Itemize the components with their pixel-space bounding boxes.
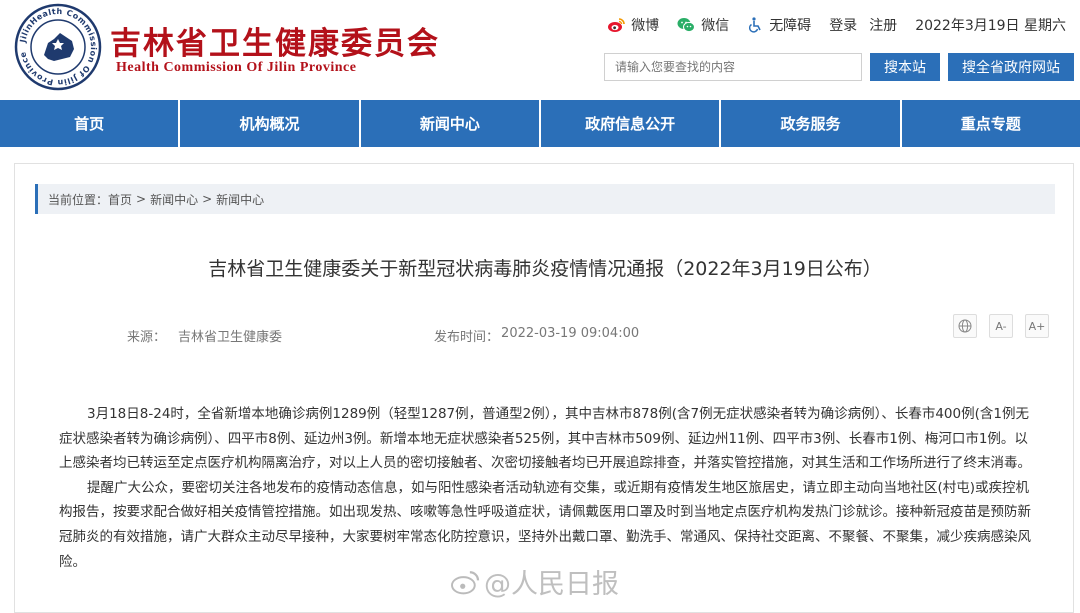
top-toolbar: 微博 微信 无障碍 登录 注册 2022年3月19日 星期六: [589, 15, 1066, 35]
breadcrumb-separator: >: [136, 192, 147, 206]
print-button[interactable]: [953, 314, 977, 338]
register-link[interactable]: 注册: [869, 15, 897, 35]
nav-home[interactable]: 首页: [0, 100, 181, 147]
search-input[interactable]: [604, 53, 862, 81]
search-bar: 搜本站 搜全省政府网站: [604, 53, 1074, 81]
site-header: JilinHealth Commission Of Jilin Province…: [0, 0, 1080, 100]
nav-about[interactable]: 机构概况: [180, 100, 361, 147]
weibo-watermark-icon: [451, 570, 480, 594]
watermark: @人民日报: [450, 562, 619, 601]
time-value: 2022-03-19 09:04:00: [501, 326, 640, 341]
weibo-link[interactable]: 微博: [607, 15, 659, 35]
source-value: 吉林省卫生健康委: [178, 330, 283, 345]
login-link[interactable]: 登录: [829, 15, 857, 35]
wheelchair-icon: [749, 17, 761, 33]
nav-gov-info[interactable]: 政府信息公开: [541, 100, 722, 147]
wechat-icon: [677, 18, 696, 33]
breadcrumb-home[interactable]: 首页: [108, 191, 132, 208]
article-meta: 来源： 吉林省卫生健康委 发布时间： 2022-03-19 09:04:00: [127, 326, 639, 345]
search-province-button[interactable]: 搜全省政府网站: [948, 53, 1074, 81]
accessibility-link[interactable]: 无障碍: [747, 15, 811, 35]
main-nav: 首页 机构概况 新闻中心 政府信息公开 政务服务 重点专题: [0, 100, 1080, 147]
nav-topics[interactable]: 重点专题: [902, 100, 1080, 147]
content-panel: 当前位置： 首页 > 新闻中心 > 新闻中心 吉林省卫生健康委关于新型冠状病毒肺…: [14, 163, 1074, 613]
site-subtitle: Health Commission Of Jilin Province: [116, 60, 357, 75]
weixin-link[interactable]: 微信: [677, 15, 729, 35]
accessibility-label: 无障碍: [769, 18, 812, 34]
search-site-button[interactable]: 搜本站: [870, 53, 940, 81]
font-increase-button[interactable]: A+: [1025, 314, 1049, 338]
weibo-label: 微博: [631, 18, 660, 34]
weibo-icon: [608, 18, 625, 32]
breadcrumb-current[interactable]: 新闻中心: [216, 191, 264, 208]
site-title[interactable]: 吉林省卫生健康委员会: [110, 18, 440, 63]
source-label: 来源：: [127, 330, 167, 345]
article-title: 吉林省卫生健康委关于新型冠状病毒肺炎疫情情况通报（2022年3月19日公布）: [208, 258, 882, 280]
breadcrumb: 当前位置： 首页 > 新闻中心 > 新闻中心: [35, 184, 1055, 214]
nav-services[interactable]: 政务服务: [721, 100, 902, 147]
nav-news[interactable]: 新闻中心: [361, 100, 541, 147]
article-tools: A- A+: [941, 314, 1049, 338]
globe-icon: [958, 319, 972, 333]
watermark-text: @人民日报: [484, 569, 619, 600]
article-paragraph: 3月18日8-24时，全省新增本地确诊病例1289例（轻型1287例，普通型2例…: [59, 406, 1031, 472]
breadcrumb-news[interactable]: 新闻中心: [150, 191, 198, 208]
weixin-label: 微信: [701, 18, 730, 34]
breadcrumb-prefix: 当前位置：: [48, 192, 109, 207]
commission-seal-icon: JilinHealth Commission Of Jilin Province: [14, 3, 102, 91]
current-date: 2022年3月19日 星期六: [915, 18, 1066, 34]
time-label: 发布时间：: [434, 330, 500, 345]
article-body: 3月18日8-24时，全省新增本地确诊病例1289例（轻型1287例，普通型2例…: [59, 402, 1039, 574]
article-paragraph: 提醒广大公众，要密切关注各地发布的疫情动态信息，如与阳性感染者活动轨迹有交集，或…: [59, 479, 1031, 570]
breadcrumb-separator: >: [202, 192, 213, 206]
font-decrease-button[interactable]: A-: [989, 314, 1013, 338]
